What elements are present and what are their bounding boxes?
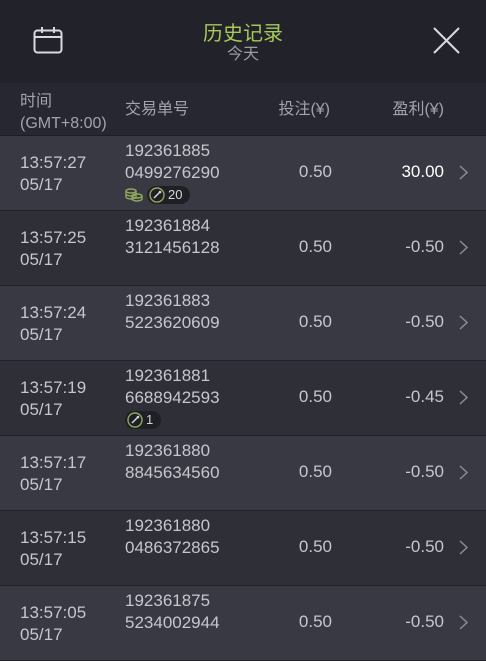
row-profit: -0.45 <box>405 387 444 406</box>
page-title: 历史记录 <box>203 23 283 45</box>
header: 历史记录 今天 <box>0 0 486 83</box>
row-order-id-part1: 192361881 <box>125 366 211 385</box>
row-time-date: 05/17 <box>20 325 63 344</box>
chevron-right-icon <box>459 465 468 480</box>
row-bet: 0.50 <box>298 462 332 481</box>
row-order-id: 192361881 6688942593 1 <box>125 365 220 430</box>
chevron-right-icon <box>459 390 468 405</box>
row-order-id-part2: 6688942593 <box>125 388 220 407</box>
column-time-zone: (GMT+8:00) <box>20 115 107 132</box>
history-row[interactable]: 13:57:25 05/17 192361884 3121456128 0.50 -0.5… <box>0 211 486 286</box>
history-row[interactable]: 13:57:27 05/17 192361885 0499276290 20 0.50 30… <box>0 136 486 211</box>
row-order-id-part1: 192361875 <box>125 591 211 610</box>
coin-stack-icon <box>125 188 143 202</box>
history-list: 13:57:27 05/17 192361885 0499276290 20 0.50 30… <box>0 136 486 661</box>
column-order-id: 交易单号 <box>125 101 190 118</box>
history-row[interactable]: 13:57:19 05/17 192361881 6688942593 1 0.50 -0.… <box>0 361 486 436</box>
page-subtitle: 今天 <box>226 46 259 63</box>
row-time: 13:57:05 05/17 <box>20 602 86 646</box>
row-order-id: 192361885 0499276290 20 <box>125 140 220 205</box>
row-time: 13:57:17 05/17 <box>20 452 86 496</box>
magic-wand-icon <box>149 187 165 203</box>
row-order-id-part1: 192361884 <box>125 216 211 235</box>
row-time: 13:57:25 05/17 <box>20 227 86 271</box>
row-time-date: 05/17 <box>20 625 63 644</box>
row-bet: 0.50 <box>298 162 332 181</box>
row-time-date: 05/17 <box>20 550 63 569</box>
free-spin-badge: 20 <box>147 186 191 204</box>
row-time-clock: 13:57:24 <box>20 303 87 322</box>
row-order-id: 192361884 3121456128 <box>125 215 220 259</box>
row-bet: 0.50 <box>298 387 332 406</box>
row-order-id-part2: 3121456128 <box>125 238 220 257</box>
row-badges: 20 <box>125 185 220 205</box>
row-badges: 1 <box>125 410 220 430</box>
row-time-date: 05/17 <box>20 475 63 494</box>
history-row[interactable]: 13:57:15 05/17 192361880 0486372865 0.50 -0.5… <box>0 511 486 586</box>
magic-wand-icon <box>127 412 143 428</box>
column-time-label: 时间 <box>20 93 53 110</box>
row-time: 13:57:24 05/17 <box>20 302 86 346</box>
row-bet: 0.50 <box>298 612 332 631</box>
title-block: 历史记录 今天 <box>0 22 486 64</box>
row-time: 13:57:15 05/17 <box>20 527 86 571</box>
history-row[interactable]: 13:57:05 05/17 192361875 5234002944 0.50 -0.5… <box>0 586 486 661</box>
chevron-right-icon <box>459 240 468 255</box>
row-order-id-part1: 192361880 <box>125 441 211 460</box>
row-bet: 0.50 <box>298 312 332 331</box>
row-order-id: 192361883 5223620609 <box>125 290 220 334</box>
row-order-id: 192361875 5234002944 <box>125 590 220 634</box>
row-profit: -0.50 <box>405 312 444 331</box>
row-order-id-part2: 0486372865 <box>125 538 220 557</box>
column-time: 时间 (GMT+8:00) <box>20 91 107 135</box>
row-time-clock: 13:57:25 <box>20 228 87 247</box>
row-order-id-part1: 192361883 <box>125 291 211 310</box>
row-bet: 0.50 <box>298 237 332 256</box>
row-time-date: 05/17 <box>20 175 63 194</box>
row-profit: -0.50 <box>405 537 444 556</box>
free-spin-count: 20 <box>168 187 183 202</box>
chevron-right-icon <box>459 540 468 555</box>
row-order-id: 192361880 0486372865 <box>125 515 220 559</box>
row-profit: -0.50 <box>405 462 444 481</box>
column-header: 时间 (GMT+8:00) 交易单号 投注(¥) 盈利(¥) <box>0 83 486 136</box>
row-time-clock: 13:57:15 <box>20 528 87 547</box>
row-order-id-part2: 5223620609 <box>125 313 220 332</box>
row-order-id-part2: 5234002944 <box>125 613 220 632</box>
column-profit: 盈利(¥) <box>392 101 444 118</box>
free-spin-badge: 1 <box>125 411 162 429</box>
free-spin-count: 1 <box>146 412 154 427</box>
row-order-id-part2: 0499276290 <box>125 163 220 182</box>
history-row[interactable]: 13:57:24 05/17 192361883 5223620609 0.50 -0.5… <box>0 286 486 361</box>
history-row[interactable]: 13:57:17 05/17 192361880 8845634560 0.50 -0.5… <box>0 436 486 511</box>
row-time: 13:57:19 05/17 <box>20 377 86 421</box>
row-bet: 0.50 <box>298 537 332 556</box>
row-time-date: 05/17 <box>20 400 63 419</box>
row-profit: -0.50 <box>405 612 444 631</box>
row-profit: 30.00 <box>401 162 444 181</box>
row-time-clock: 13:57:05 <box>20 603 87 622</box>
row-profit: -0.50 <box>405 237 444 256</box>
chevron-right-icon <box>459 315 468 330</box>
row-time: 13:57:27 05/17 <box>20 152 86 196</box>
row-time-clock: 13:57:19 <box>20 378 87 397</box>
row-order-id: 192361880 8845634560 <box>125 440 220 484</box>
row-time-clock: 13:57:17 <box>20 453 87 472</box>
row-time-date: 05/17 <box>20 250 63 269</box>
close-icon[interactable] <box>433 27 460 54</box>
column-bet: 投注(¥) <box>278 101 330 118</box>
row-time-clock: 13:57:27 <box>20 153 87 172</box>
row-order-id-part1: 192361885 <box>125 141 211 160</box>
chevron-right-icon <box>459 165 468 180</box>
chevron-right-icon <box>459 615 468 630</box>
row-order-id-part2: 8845634560 <box>125 463 220 482</box>
row-order-id-part1: 192361880 <box>125 516 211 535</box>
